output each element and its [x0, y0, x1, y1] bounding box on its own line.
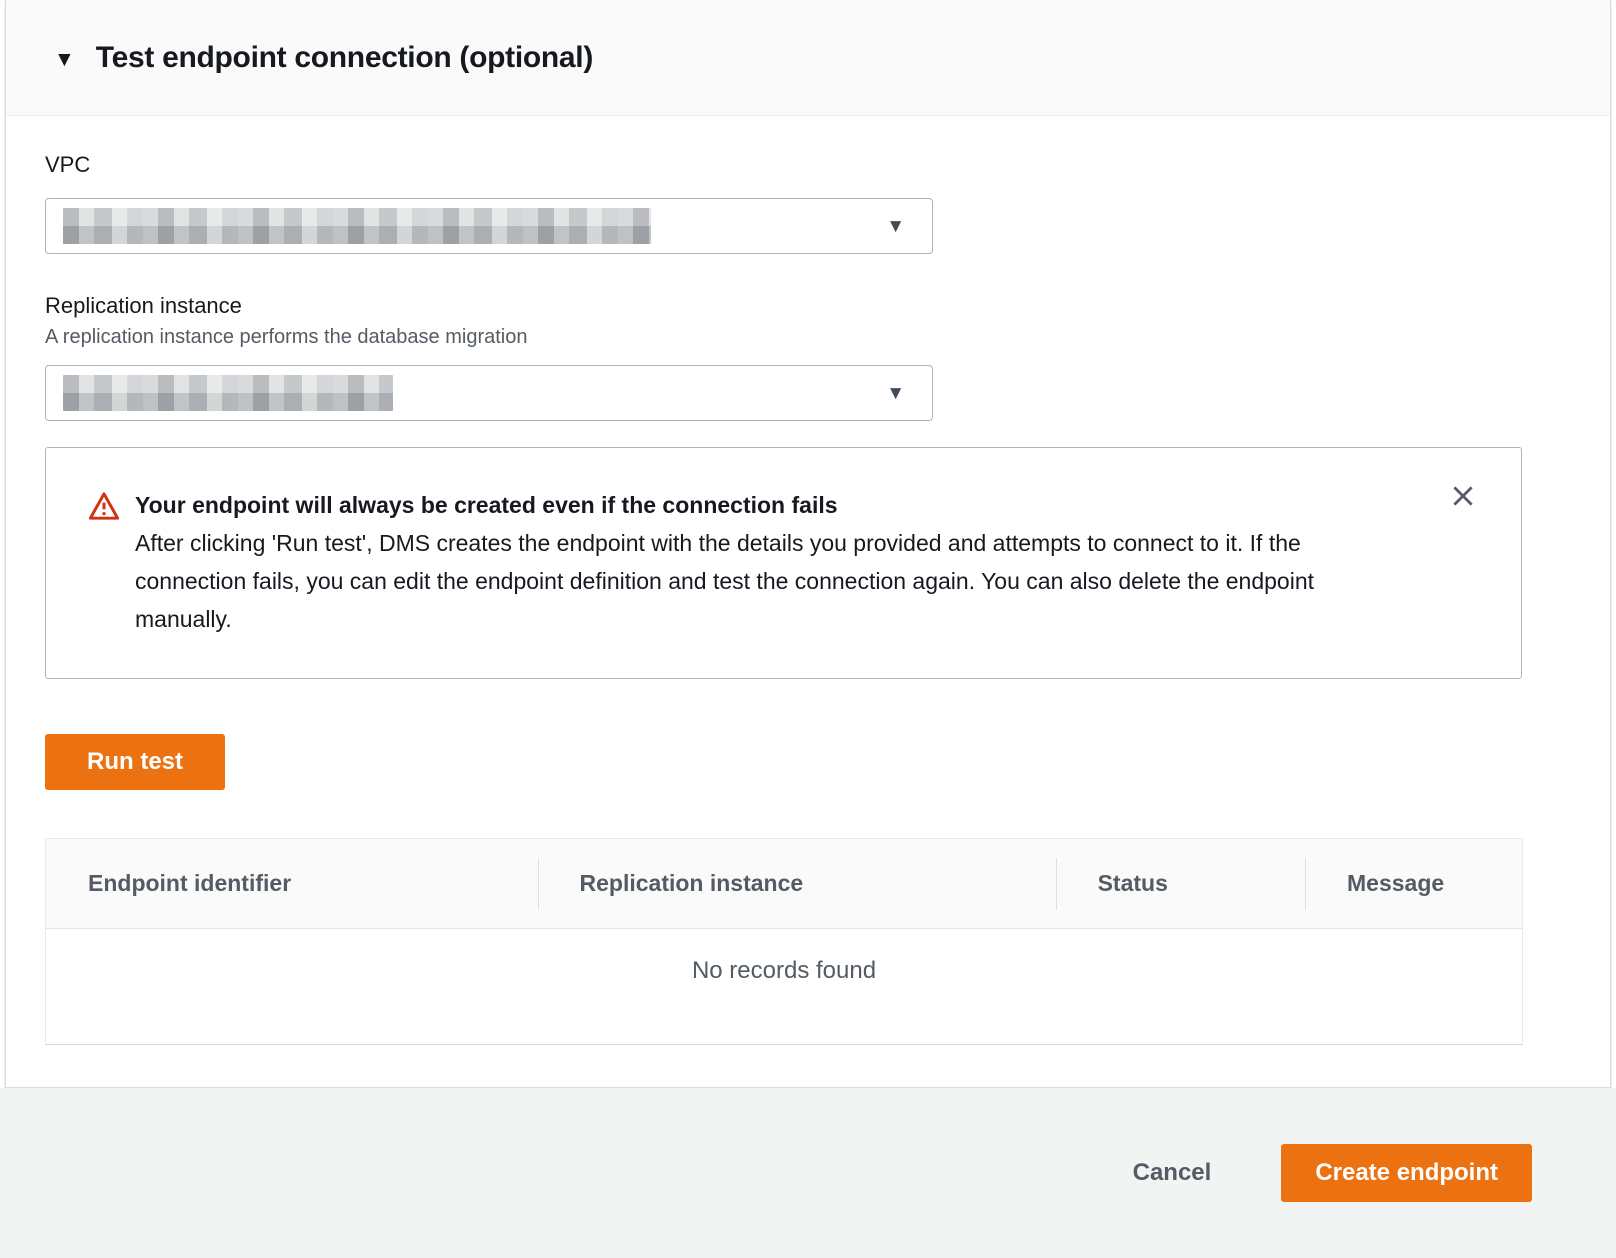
vpc-label: VPC — [45, 152, 1610, 178]
section-title: Test endpoint connection (optional) — [96, 41, 593, 75]
warning-triangle-icon — [87, 486, 121, 638]
alert-content: Your endpoint will always be created eve… — [135, 486, 1411, 638]
replication-instance-description: A replication instance performs the data… — [45, 326, 1610, 349]
collapse-triangle-icon: ▼ — [54, 46, 75, 70]
footer-action-bar: Cancel Create endpoint — [0, 1088, 1616, 1258]
cancel-button[interactable]: Cancel — [1127, 1158, 1218, 1188]
table-body: No records found — [46, 929, 1522, 1044]
column-header-status: Status — [1056, 870, 1305, 897]
replication-instance-label: Replication instance — [45, 293, 1610, 319]
section-header[interactable]: ▼ Test endpoint connection (optional) — [6, 0, 1610, 116]
run-test-button[interactable]: Run test — [45, 734, 225, 790]
chevron-down-icon: ▼ — [886, 384, 905, 403]
replication-instance-select[interactable]: ▼ — [45, 365, 933, 421]
alert-body: After clicking 'Run test', DMS creates t… — [135, 524, 1411, 638]
table-header-row: Endpoint identifier Replication instance… — [46, 839, 1522, 929]
column-header-replication-instance: Replication instance — [538, 870, 1056, 897]
warning-alert: Your endpoint will always be created eve… — [45, 447, 1522, 679]
chevron-down-icon: ▼ — [886, 217, 905, 236]
replication-instance-redacted-value — [63, 375, 393, 411]
section-body: VPC ▼ Replication instance A replication… — [6, 116, 1610, 1087]
vpc-select[interactable]: ▼ — [45, 198, 933, 254]
alert-title: Your endpoint will always be created eve… — [135, 486, 1411, 524]
column-header-endpoint-identifier: Endpoint identifier — [46, 870, 538, 897]
test-results-table: Endpoint identifier Replication instance… — [45, 838, 1523, 1045]
column-header-message: Message — [1305, 870, 1522, 897]
empty-state-message: No records found — [46, 929, 1522, 985]
test-endpoint-connection-section: ▼ Test endpoint connection (optional) VP… — [5, 0, 1611, 1088]
close-icon[interactable] — [1445, 478, 1481, 514]
vpc-redacted-value — [63, 208, 651, 244]
create-endpoint-button[interactable]: Create endpoint — [1281, 1144, 1532, 1202]
